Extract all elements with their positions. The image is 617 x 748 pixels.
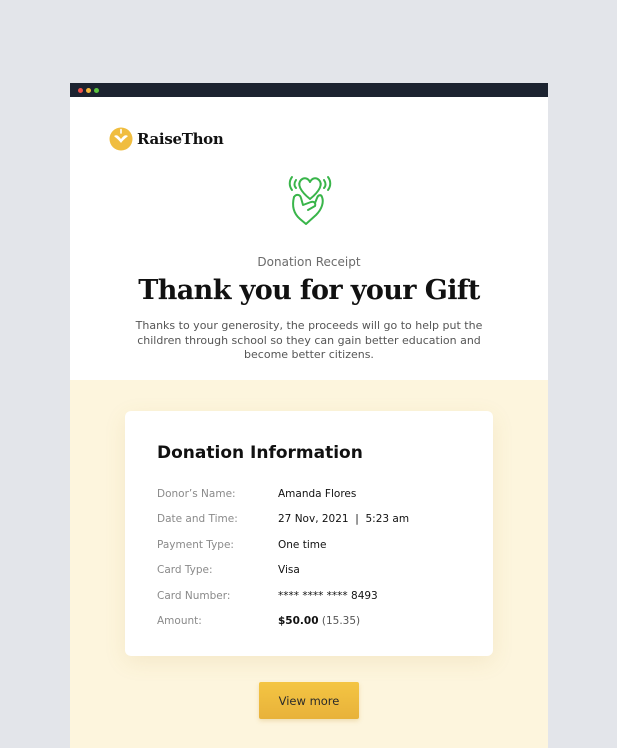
amount-value: $50.00 (15.35) [278,615,360,627]
row-label: Amount: [157,615,202,628]
maximize-window-dot[interactable] [94,87,99,93]
thank-you-message: Thanks to your generosity, the proceeds … [135,319,483,361]
details-section: Donation Information Donor’s Name: Amand… [70,380,548,748]
row-value: Visa [278,564,300,577]
close-window-dot[interactable] [78,87,83,93]
heart-hands-logo-icon [109,127,133,151]
minimize-window-dot[interactable] [86,87,91,93]
row-label: Donor’s Name: [157,487,236,500]
page-title: Thank you for your Gift [138,275,480,306]
email-window: RaiseThon Donation Receipt Thank you for… [70,83,548,748]
row-value: 27 Nov, 2021 | 5:23 am [278,513,410,526]
window-titlebar [70,83,548,97]
amount-sub: (15.35) [321,615,361,628]
payment-type-row: Payment Type: One time [157,532,409,558]
date-time-row: Date and Time: 27 Nov, 2021 | 5:23 am [157,507,409,533]
hero-section: RaiseThon Donation Receipt Thank you for… [70,97,548,380]
card-number-row: Card Number: **** **** **** 8493 [157,583,409,609]
card-type-row: Card Type: Visa [157,558,409,584]
card-title: Donation Information [157,443,363,463]
amount-row: Amount: $50.00 (15.35) [157,609,409,635]
row-label: Card Number: [157,589,231,602]
brand-name: RaiseThon [137,130,224,148]
row-label: Card Type: [157,564,213,577]
row-value: Amanda Flores [278,487,357,500]
amount-main: $50.00 [278,615,319,628]
donation-info-card: Donation Information Donor’s Name: Amand… [125,411,493,656]
donor-name-row: Donor’s Name: Amanda Flores [157,481,409,507]
row-value: One time [278,538,327,551]
row-label: Date and Time: [157,513,238,526]
hand-holding-heart-icon [288,176,332,225]
row-value: **** **** **** 8493 [278,589,378,602]
view-more-button[interactable]: View more [259,682,359,719]
receipt-eyebrow: Donation Receipt [257,255,361,269]
donation-info-list: Donor’s Name: Amanda Flores Date and Tim… [157,481,409,634]
row-label: Payment Type: [157,538,234,551]
brand-logo[interactable]: RaiseThon [109,127,224,151]
